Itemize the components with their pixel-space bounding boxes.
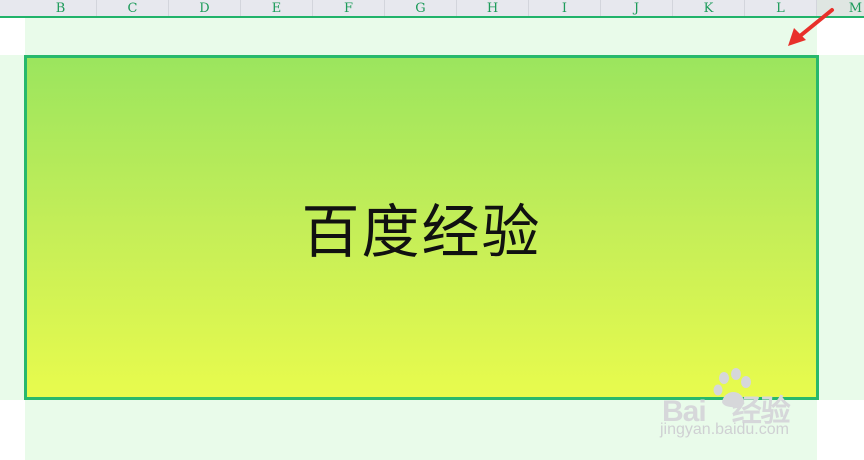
column-header-k[interactable]: K xyxy=(673,0,745,16)
column-header-g[interactable]: G xyxy=(385,0,457,16)
gradient-text-box[interactable]: 百度经验 xyxy=(24,55,819,400)
column-header-j[interactable]: J xyxy=(601,0,673,16)
column-header-i[interactable]: I xyxy=(529,0,601,16)
baidu-watermark: Bai 经验 jingyan.baidu.com xyxy=(660,366,860,446)
shape-text: 百度经验 xyxy=(301,197,542,266)
column-header-f[interactable]: F xyxy=(313,0,385,16)
column-header-c[interactable]: C xyxy=(97,0,169,16)
column-header-d[interactable]: D xyxy=(169,0,241,16)
column-header-b[interactable]: B xyxy=(25,0,97,16)
column-header-bar: B C D E F G H I J K L M xyxy=(0,0,864,18)
red-arrow-icon xyxy=(788,8,834,46)
watermark-url: jingyan.baidu.com xyxy=(660,421,789,438)
sheet-area-left[interactable] xyxy=(0,55,25,400)
column-header-e[interactable]: E xyxy=(241,0,313,16)
column-header-h[interactable]: H xyxy=(457,0,529,16)
sheet-area-right[interactable] xyxy=(817,55,864,400)
